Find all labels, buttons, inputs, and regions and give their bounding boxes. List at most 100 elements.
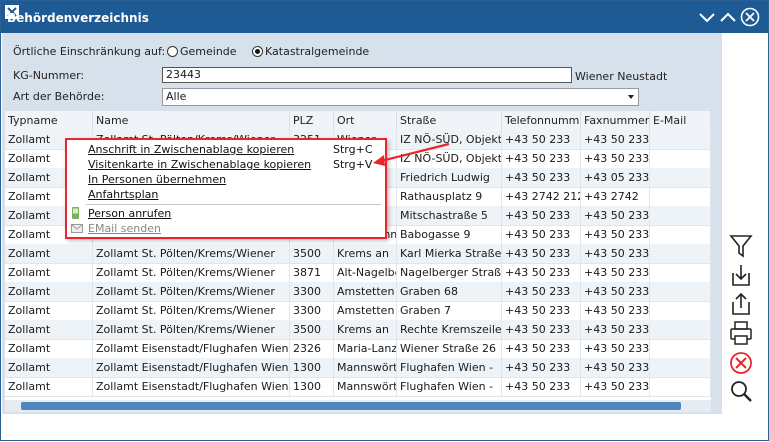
horizontal-scrollbar-thumb[interactable]: [21, 402, 681, 410]
window-title: Behördenverzeichnis: [7, 11, 149, 25]
column-header-strasse[interactable]: Straße: [397, 111, 502, 130]
table-cell: Zollamt St. Pölten/Krems/Wiener: [93, 282, 290, 301]
table-row[interactable]: Zollamt Zollamt St. Pölten/Krems/Wiener 35…: [5, 244, 711, 264]
column-header-telefon[interactable]: Telefonnumm...: [502, 111, 581, 130]
menu-item-route-map[interactable]: Anfahrtsplan: [88, 188, 158, 202]
table-row[interactable]: Zollamt Zollamt St. Pölten/Krems/Wiener 33…: [5, 301, 711, 321]
table-cell: Zollamt: [5, 301, 93, 320]
table-cell: [650, 339, 711, 358]
table-cell: +43 50 233: [502, 206, 581, 225]
table-cell: +43 2742: [581, 187, 650, 206]
table-cell: +43 50 233: [581, 263, 650, 282]
table-cell: [650, 130, 711, 149]
table-row[interactable]: Zollamt Zollamt St. Pölten/Krems/Wiener 35…: [5, 320, 711, 340]
table-row[interactable]: Zollamt Zollamt St. Pölten/Krems/Wiener 33…: [5, 282, 711, 302]
table-cell: Zollamt St. Pölten/Krems/Wiener: [93, 244, 290, 263]
table-cell: IZ NÖ-SÜD, Objekt: [397, 130, 502, 149]
table-cell: [650, 244, 711, 263]
table-cell: +43 50 233: [581, 301, 650, 320]
table-cell: +43 50 233: [502, 282, 581, 301]
table-cell: Mannswört: [334, 377, 397, 396]
table-cell: +43 50 233: [502, 339, 581, 358]
table-cell: Zollamt: [5, 282, 93, 301]
table-cell: Zollamt: [5, 263, 93, 282]
table-cell: Mitschastraße 5: [397, 206, 502, 225]
table-cell: Zollamt Eisenstadt/Flughafen Wien -: [93, 339, 290, 358]
table-cell: Babogasse 9: [397, 225, 502, 244]
radio-katastralgemeinde[interactable]: [252, 46, 263, 57]
table-cell: +43 50 233: [581, 339, 650, 358]
table-cell: [650, 282, 711, 301]
radio-gemeinde-label: Gemeinde: [180, 45, 237, 58]
kg-number-label: KG-Nummer:: [13, 69, 85, 82]
table-cell: 1300: [290, 358, 334, 377]
table-cell: Zollamt St. Pölten/Krems/Wiener: [93, 263, 290, 282]
filter-icon[interactable]: [726, 232, 756, 260]
table-cell: Zollamt: [5, 377, 93, 396]
chevron-down-icon[interactable]: [698, 8, 716, 26]
table-cell: Graben 7: [397, 301, 502, 320]
menu-item-copy-card[interactable]: Visitenkarte in Zwischenablage kopieren: [88, 158, 311, 172]
table-cell: [650, 187, 711, 206]
kg-number-field[interactable]: 23443: [162, 67, 572, 83]
table-cell: [650, 320, 711, 339]
table-row[interactable]: Zollamt Zollamt Eisenstadt/Flughafen Wien…: [5, 358, 711, 378]
table-cell: [650, 225, 711, 244]
table-cell: +43 50 233: [581, 225, 650, 244]
table-cell: +43 50 233: [581, 377, 650, 396]
table-cell: +43 50 233: [502, 225, 581, 244]
table-cell: Zollamt: [5, 244, 93, 263]
import-icon[interactable]: [726, 261, 756, 289]
table-cell: Zollamt: [5, 358, 93, 377]
table-cell: +43 50 233: [581, 244, 650, 263]
authority-type-value: Alle: [166, 90, 187, 103]
column-header-typname[interactable]: Typname: [5, 111, 93, 130]
table-cell: [650, 263, 711, 282]
menu-item-to-persons[interactable]: In Personen übernehmen: [88, 173, 226, 187]
menu-item-call-person[interactable]: Person anrufen: [88, 207, 171, 221]
table-cell: +43 50 233: [581, 130, 650, 149]
authority-type-select[interactable]: Alle: [162, 88, 639, 106]
table-cell: Nagelberger Straße: [397, 263, 502, 282]
print-icon[interactable]: [726, 319, 756, 347]
chevron-up-icon[interactable]: [719, 8, 737, 26]
radio-katastralgemeinde-label: Katastralgemeinde: [265, 45, 370, 58]
cancel-icon[interactable]: [726, 349, 756, 377]
table-row[interactable]: Zollamt Zollamt St. Pölten/Krems/Wiener 38…: [5, 263, 711, 283]
export-icon[interactable]: [726, 290, 756, 318]
table-cell: Amstetten: [334, 301, 397, 320]
table-cell: +43 50 233: [502, 168, 581, 187]
table-cell: Zollamt Eisenstadt/Flughafen Wien -: [93, 358, 290, 377]
table-cell: +43 50 233: [502, 130, 581, 149]
horizontal-scrollbar[interactable]: [5, 400, 711, 412]
table-cell: 3300: [290, 301, 334, 320]
table-cell: +43 50 233: [581, 320, 650, 339]
column-header-ort[interactable]: Ort: [334, 111, 397, 130]
table-cell: 3871: [290, 263, 334, 282]
table-cell: +43 50 233: [581, 149, 650, 168]
table-row[interactable]: Zollamt Zollamt Eisenstadt/Flughafen Wien…: [5, 377, 711, 397]
table-cell: Rechte Kremszeile 58: [397, 320, 502, 339]
table-cell: Zollamt: [5, 339, 93, 358]
search-icon[interactable]: [726, 377, 756, 405]
column-header-email[interactable]: E-Mail: [650, 111, 711, 130]
table-cell: 3500: [290, 244, 334, 263]
table-row[interactable]: Zollamt Zollamt Eisenstadt/Flughafen Wien…: [5, 339, 711, 359]
context-menu: Anschrift in Zwischenablage kopieren Str…: [65, 138, 387, 239]
table-cell: Rathausplatz 9: [397, 187, 502, 206]
column-header-fax[interactable]: Faxnummer: [581, 111, 650, 130]
table-cell: Wiener Straße 26: [397, 339, 502, 358]
table-cell: Zollamt: [5, 320, 93, 339]
table-cell: Krems an: [334, 244, 397, 263]
radio-gemeinde[interactable]: [167, 46, 178, 57]
table-cell: Alt-Nagelber: [334, 263, 397, 282]
column-header-plz[interactable]: PLZ: [290, 111, 334, 130]
table-cell: +43 50 233: [502, 358, 581, 377]
table-cell: 3300: [290, 282, 334, 301]
column-header-name[interactable]: Name: [93, 111, 290, 130]
table-cell: +43 50 233: [502, 263, 581, 282]
menu-separator: [86, 204, 381, 205]
table-cell: Friedrich Ludwig: [397, 168, 502, 187]
menu-item-copy-address[interactable]: Anschrift in Zwischenablage kopieren: [88, 143, 294, 157]
close-icon[interactable]: [740, 7, 760, 27]
